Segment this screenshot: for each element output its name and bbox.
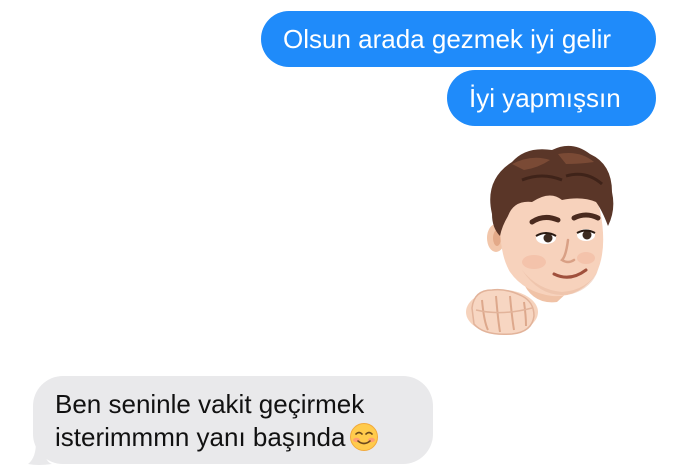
smiling-face-icon: [350, 423, 379, 451]
sent-message-bubble[interactable]: İyi yapmışsın: [447, 70, 656, 126]
received-message-bubble[interactable]: Ben seninle vakit geçirmek isterimmmn ya…: [33, 376, 433, 464]
message-text: Olsun arada gezmek iyi gelir: [283, 24, 612, 54]
memoji-punch-sticker-icon[interactable]: [462, 140, 622, 340]
message-tail-icon: [28, 442, 52, 465]
message-text: İyi yapmışsın: [469, 83, 621, 113]
sent-message-bubble[interactable]: Olsun arada gezmek iyi gelir: [261, 11, 656, 67]
message-text: Ben seninle vakit geçirmek isterimmmn ya…: [55, 389, 365, 452]
